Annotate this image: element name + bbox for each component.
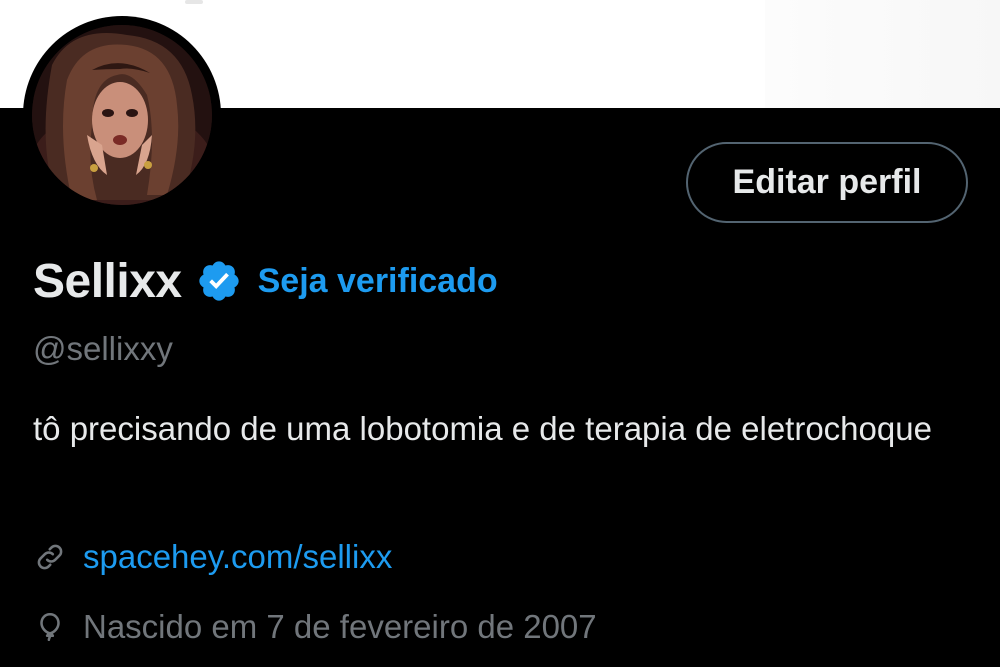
link-icon xyxy=(33,540,67,574)
verified-badge-icon[interactable] xyxy=(196,258,242,304)
birth-date: Nascido em 7 de fevereiro de 2007 xyxy=(83,608,597,645)
display-name: Sellixx xyxy=(33,254,182,308)
birth-row: Nascido em 7 de fevereiro de 2007 xyxy=(33,608,597,646)
banner-mark xyxy=(185,0,203,4)
balloon-icon xyxy=(33,610,67,644)
profile-bio: tô precisando de uma lobotomia e de tera… xyxy=(33,410,932,447)
get-verified-link[interactable]: Seja verificado xyxy=(258,262,498,301)
website-row: spacehey.com/sellixx xyxy=(33,538,392,576)
website-link[interactable]: spacehey.com/sellixx xyxy=(83,538,392,576)
user-handle: @sellixxy xyxy=(33,330,173,367)
avatar-image xyxy=(32,25,212,205)
banner-shade xyxy=(765,0,1000,108)
name-row: Sellixx Seja verificado xyxy=(33,250,498,312)
edit-profile-button[interactable]: Editar perfil xyxy=(686,142,968,223)
avatar[interactable] xyxy=(32,25,212,205)
